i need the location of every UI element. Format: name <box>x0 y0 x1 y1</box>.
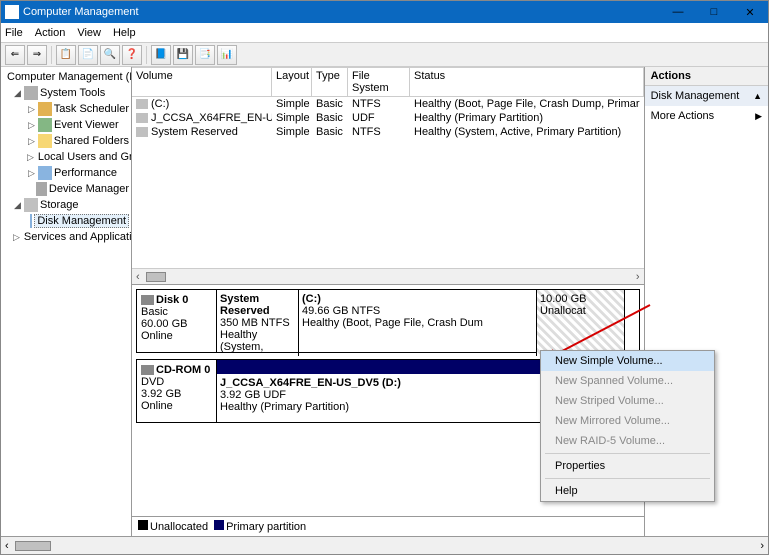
legend-unallocated: Unallocated <box>150 521 208 533</box>
disk-info[interactable]: Disk 0Basic60.00 GBOnline <box>137 290 217 352</box>
scroll-right-icon[interactable]: › <box>636 271 640 283</box>
scroll-right-icon[interactable]: › <box>760 540 764 552</box>
toolbar-btn-9[interactable]: 📑 <box>195 45 215 65</box>
menu-help[interactable]: Help <box>113 27 136 39</box>
volume-row[interactable]: (C:)SimpleBasicNTFSHealthy (Boot, Page F… <box>132 97 644 111</box>
toolbar-btn-4[interactable]: 📄 <box>78 45 98 65</box>
scroll-thumb[interactable] <box>146 272 166 282</box>
toolbar-btn-7[interactable]: 📘 <box>151 45 171 65</box>
disk-icon <box>141 365 154 375</box>
tree-services[interactable]: ▷Services and Applications <box>3 229 129 245</box>
col-layout[interactable]: Layout <box>272 67 312 96</box>
tools-icon <box>24 86 38 100</box>
menu-action[interactable]: Action <box>35 27 66 39</box>
menu-view[interactable]: View <box>77 27 101 39</box>
volume-grid: Volume Layout Type File System Status (C… <box>132 67 644 285</box>
disk-info[interactable]: CD-ROM 0DVD3.92 GBOnline <box>137 360 217 422</box>
title-bar: Computer Management — □ ✕ <box>1 1 768 23</box>
chevron-up-icon: ▲ <box>753 91 762 101</box>
col-filesystem[interactable]: File System <box>348 67 410 96</box>
menu-new-striped-volume: New Striped Volume... <box>541 391 714 411</box>
folder-icon <box>38 134 52 148</box>
menu-new-raid5-volume: New RAID-5 Volume... <box>541 431 714 451</box>
chevron-right-icon: ▶ <box>755 111 762 122</box>
scroll-left-icon[interactable]: ‹ <box>5 540 9 552</box>
back-button[interactable]: ⇐ <box>5 45 25 65</box>
tree-shared-folders[interactable]: ▷Shared Folders <box>3 133 129 149</box>
partition[interactable]: System Reserved350 MB NTFSHealthy (Syste… <box>217 290 299 356</box>
help-button[interactable]: ❓ <box>122 45 142 65</box>
tree-root[interactable]: Computer Management (Local <box>3 69 129 85</box>
storage-icon <box>24 198 38 212</box>
col-type[interactable]: Type <box>312 67 348 96</box>
col-status[interactable]: Status <box>410 67 644 96</box>
legend-swatch-primary <box>214 520 224 530</box>
volume-icon <box>136 127 148 137</box>
toolbar-btn-5[interactable]: 🔍 <box>100 45 120 65</box>
tree-task-scheduler[interactable]: ▷Task Scheduler <box>3 101 129 117</box>
volume-icon <box>136 113 148 123</box>
window-title: Computer Management <box>23 6 660 18</box>
scroll-left-icon[interactable]: ‹ <box>136 271 140 283</box>
toolbar-btn-10[interactable]: 📊 <box>217 45 237 65</box>
close-button[interactable]: ✕ <box>732 1 768 23</box>
volume-row[interactable]: J_CCSA_X64FRE_EN-US_DV5 (D:)SimpleBasicU… <box>132 111 644 125</box>
grid-header: Volume Layout Type File System Status <box>132 67 644 97</box>
tree-local-users[interactable]: ▷Local Users and Groups <box>3 149 129 165</box>
minimize-button[interactable]: — <box>660 1 696 23</box>
menu-help[interactable]: Help <box>541 481 714 501</box>
event-icon <box>38 118 52 132</box>
toolbar-btn-3[interactable]: 📋 <box>56 45 76 65</box>
volume-row[interactable]: System ReservedSimpleBasicNTFSHealthy (S… <box>132 125 644 139</box>
menu-bar: File Action View Help <box>1 23 768 43</box>
legend-swatch-unallocated <box>138 520 148 530</box>
menu-properties[interactable]: Properties <box>541 456 714 476</box>
toolbar-btn-8[interactable]: 💾 <box>173 45 193 65</box>
legend: Unallocated Primary partition <box>132 516 644 536</box>
actions-header: Actions <box>645 67 768 86</box>
disk-icon <box>30 214 32 228</box>
legend-primary: Primary partition <box>226 521 306 533</box>
performance-icon <box>38 166 52 180</box>
tree-disk-management[interactable]: Disk Management <box>3 213 129 229</box>
status-scroll-thumb[interactable] <box>15 541 51 551</box>
actions-more[interactable]: More Actions▶ <box>645 106 768 126</box>
app-icon <box>5 5 19 19</box>
tree-device-manager[interactable]: Device Manager <box>3 181 129 197</box>
actions-disk-management[interactable]: Disk Management▲ <box>645 86 768 106</box>
tree-storage[interactable]: ◢Storage <box>3 197 129 213</box>
tree-system-tools[interactable]: ◢System Tools <box>3 85 129 101</box>
disk-icon <box>141 295 154 305</box>
col-volume[interactable]: Volume <box>132 67 272 96</box>
disk-row: Disk 0Basic60.00 GBOnlineSystem Reserved… <box>136 289 640 353</box>
menu-new-simple-volume[interactable]: New Simple Volume... <box>541 351 714 371</box>
menu-file[interactable]: File <box>5 27 23 39</box>
nav-tree: Computer Management (Local ◢System Tools… <box>1 67 132 536</box>
tree-event-viewer[interactable]: ▷Event Viewer <box>3 117 129 133</box>
context-menu: New Simple Volume... New Spanned Volume.… <box>540 350 715 502</box>
device-icon <box>36 182 47 196</box>
volume-icon <box>136 99 148 109</box>
tree-performance[interactable]: ▷Performance <box>3 165 129 181</box>
menu-new-spanned-volume: New Spanned Volume... <box>541 371 714 391</box>
toolbar: ⇐ ⇒ 📋 📄 🔍 ❓ 📘 💾 📑 📊 <box>1 43 768 67</box>
horizontal-scrollbar[interactable]: ‹ › <box>132 268 644 284</box>
partition-unallocated[interactable]: 10.00 GBUnallocat <box>537 290 625 356</box>
status-bar: ‹ › <box>1 536 768 554</box>
maximize-button[interactable]: □ <box>696 1 732 23</box>
partition[interactable]: (C:)49.66 GB NTFSHealthy (Boot, Page Fil… <box>299 290 537 356</box>
scheduler-icon <box>38 102 52 116</box>
forward-button[interactable]: ⇒ <box>27 45 47 65</box>
menu-new-mirrored-volume: New Mirrored Volume... <box>541 411 714 431</box>
